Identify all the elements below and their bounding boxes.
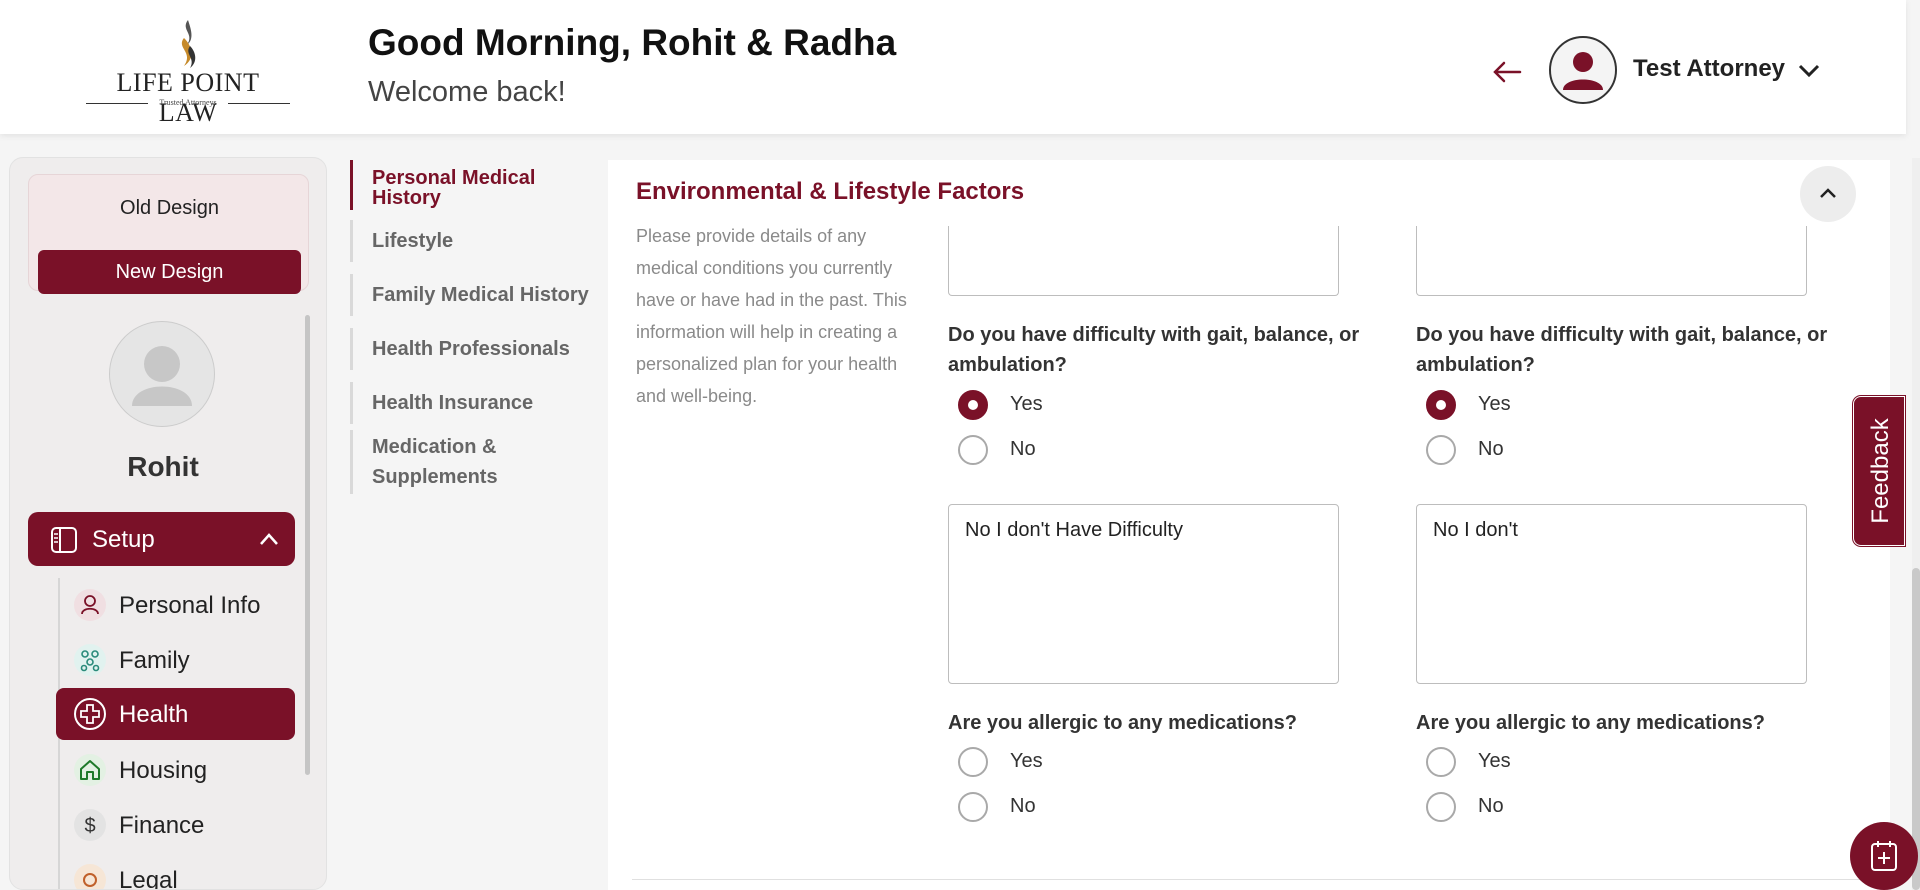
feedback-tab[interactable]: Feedback xyxy=(1853,396,1905,546)
feedback-label: Feedback xyxy=(1867,418,1894,524)
legal-icon xyxy=(74,864,106,889)
left-sidebar: Old Design New Design Rohit Setup Person… xyxy=(9,157,327,890)
person-silhouette-icon xyxy=(132,346,192,406)
subnav-family-medical-history[interactable]: Family Medical History xyxy=(350,274,608,316)
gait-details-textarea[interactable]: No I don't xyxy=(1416,504,1807,684)
user-avatar-icon xyxy=(1563,52,1603,90)
profile-avatar xyxy=(109,321,215,427)
subnav-lifestyle[interactable]: Lifestyle xyxy=(350,220,608,262)
sidebar-item-legal[interactable]: Legal xyxy=(56,854,295,890)
dollar-icon: $ xyxy=(74,809,106,841)
user-name[interactable]: Test Attorney xyxy=(1633,55,1785,83)
gait-no-radio[interactable]: No xyxy=(1426,435,1546,469)
back-arrow-icon[interactable] xyxy=(1490,52,1524,92)
sidebar-item-personal-info[interactable]: Personal Info xyxy=(56,579,295,631)
person-icon xyxy=(74,589,106,621)
previous-details-textarea[interactable] xyxy=(948,226,1339,296)
allergy-question-label: Are you allergic to any medications? xyxy=(1416,712,1765,734)
previous-details-textarea[interactable] xyxy=(1416,226,1807,296)
logo-tagline: Trusted Attorneys xyxy=(86,98,290,107)
section-title: Environmental & Lifestyle Factors xyxy=(636,178,1025,205)
main-form-panel: Environmental & Lifestyle Factors Please… xyxy=(608,160,1890,890)
radio-label: Yes xyxy=(1478,750,1511,772)
health-plus-icon xyxy=(74,698,106,730)
radio-unselected-icon[interactable] xyxy=(958,747,988,777)
allergy-no-radio[interactable]: No xyxy=(958,792,1078,826)
add-note-icon xyxy=(1871,841,1897,871)
radio-label: No xyxy=(1010,795,1036,817)
allergy-yes-radio[interactable]: Yes xyxy=(1426,747,1546,781)
allergy-yes-radio[interactable]: Yes xyxy=(958,747,1078,781)
logo-flame-icon xyxy=(181,20,196,68)
setup-panel-icon xyxy=(51,527,77,553)
radio-label: No xyxy=(1478,795,1504,817)
gait-no-radio[interactable]: No xyxy=(958,435,1078,469)
section-description: Please provide details of any medical co… xyxy=(636,226,907,406)
svg-text:$: $ xyxy=(84,815,95,837)
radio-selected-icon[interactable] xyxy=(958,390,988,420)
sidebar-item-family[interactable]: Family xyxy=(56,634,295,686)
sidebar-item-label: Finance xyxy=(119,812,205,839)
gait-question-label: Do you have difficulty with gait, balanc… xyxy=(948,324,1360,376)
old-design-button[interactable]: Old Design xyxy=(29,197,310,220)
allergy-no-radio[interactable]: No xyxy=(1426,792,1546,826)
subnav-health-insurance[interactable]: Health Insurance xyxy=(350,382,608,424)
allergy-question-label: Are you allergic to any medications? xyxy=(948,712,1297,734)
radio-unselected-icon[interactable] xyxy=(1426,747,1456,777)
radio-label: No xyxy=(1478,438,1504,460)
setup-label: Setup xyxy=(92,526,155,553)
life-point-law-logo[interactable]: LIFE POINT LAW Trusted Attorneys xyxy=(86,20,290,127)
sidebar-item-label: Housing xyxy=(119,757,208,784)
gait-yes-radio[interactable]: Yes xyxy=(958,390,1078,424)
family-icon xyxy=(74,644,106,676)
user-avatar[interactable] xyxy=(1549,36,1617,104)
chevron-down-icon[interactable] xyxy=(1796,58,1822,82)
design-toggle: Old Design New Design xyxy=(28,174,310,294)
sidebar-item-health[interactable]: Health xyxy=(56,688,295,740)
gait-question-label: Do you have difficulty with gait, balanc… xyxy=(1416,324,1828,376)
sidebar-scrollbar[interactable] xyxy=(305,315,310,775)
gait-yes-radio[interactable]: Yes xyxy=(1426,390,1546,424)
subnav-medication-supplements[interactable]: Medication & Supplements xyxy=(350,430,580,494)
radio-unselected-icon[interactable] xyxy=(958,792,988,822)
sidebar-item-label: Family xyxy=(119,647,190,674)
radio-label: No xyxy=(1010,438,1036,460)
radio-unselected-icon[interactable] xyxy=(1426,792,1456,822)
radio-selected-icon[interactable] xyxy=(1426,390,1456,420)
radio-unselected-icon[interactable] xyxy=(958,435,988,465)
sidebar-item-housing[interactable]: Housing xyxy=(56,744,295,796)
radio-label: Yes xyxy=(1010,750,1043,772)
sidebar-item-finance[interactable]: $ Finance xyxy=(56,799,295,851)
chevron-up-icon xyxy=(1820,188,1836,198)
radio-label: Yes xyxy=(1010,393,1043,415)
sidebar-item-label: Legal xyxy=(119,867,178,890)
greeting-title: Good Morning, Rohit & Radha xyxy=(368,22,897,63)
subnav-personal-medical-history[interactable]: Personal Medical History xyxy=(350,160,608,210)
collapse-section-button[interactable] xyxy=(1800,166,1856,222)
sidebar-item-label: Health xyxy=(119,701,189,728)
top-header: LIFE POINT LAW Trusted Attorneys Good Mo… xyxy=(0,0,1906,134)
sidebar-item-label: Personal Info xyxy=(119,592,261,619)
gait-details-textarea[interactable]: No I don't Have Difficulty xyxy=(948,504,1339,684)
home-icon xyxy=(74,754,106,786)
health-subnav: Personal Medical History Lifestyle Famil… xyxy=(350,158,608,890)
welcome-subtitle: Welcome back! xyxy=(368,76,566,108)
subnav-health-professionals[interactable]: Health Professionals xyxy=(350,328,608,370)
section-divider xyxy=(632,879,1890,880)
add-note-button[interactable] xyxy=(1850,822,1918,890)
setup-section-toggle[interactable]: Setup xyxy=(28,512,295,566)
radio-label: Yes xyxy=(1478,393,1511,415)
new-design-button[interactable]: New Design xyxy=(38,250,301,294)
radio-unselected-icon[interactable] xyxy=(1426,435,1456,465)
chevron-up-icon xyxy=(260,533,278,545)
profile-name: Rohit xyxy=(127,451,199,482)
